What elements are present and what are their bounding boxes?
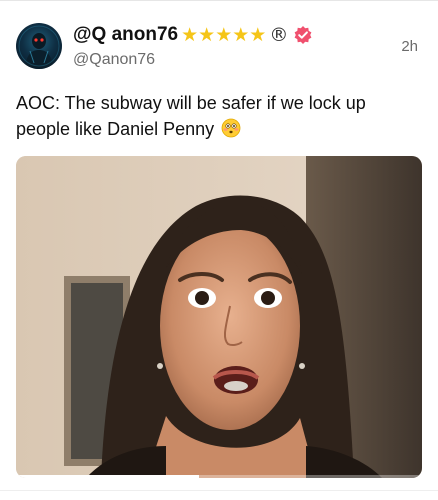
video-media[interactable] [16, 156, 422, 478]
video-frame [16, 156, 422, 478]
user-handle[interactable]: @Qanon76 [73, 51, 373, 69]
verified-badge-icon [293, 25, 313, 45]
name-row: @Q anon76 ★ ★ ★ ★ ★ ® [73, 23, 373, 47]
post-card[interactable]: @Q anon76 ★ ★ ★ ★ ★ ® @Qanon76 2h AOC: T… [0, 0, 438, 500]
post-text-content: AOC: The subway will be safer if we lock… [16, 93, 366, 139]
post-timestamp[interactable]: 2h [401, 38, 418, 55]
bottom-divider [0, 490, 438, 491]
rating-stars: ★ ★ ★ ★ ★ [181, 25, 266, 45]
star-icon: ★ [249, 24, 267, 46]
star-icon: ★ [198, 24, 216, 46]
avatar[interactable] [16, 23, 62, 69]
post-header: @Q anon76 ★ ★ ★ ★ ★ ® @Qanon76 [73, 23, 373, 69]
video-progress-track[interactable] [16, 475, 422, 478]
star-icon: ★ [232, 24, 250, 46]
video-progress-fill [16, 475, 199, 478]
display-name[interactable]: @Q anon76 [73, 24, 178, 46]
star-icon: ★ [181, 24, 199, 46]
flushed-face-emoji-icon [221, 118, 241, 145]
registered-trademark-icon: ® [269, 24, 289, 46]
star-icon: ★ [215, 24, 233, 46]
avatar-figure-icon [18, 25, 60, 69]
post-text: AOC: The subway will be safer if we lock… [16, 90, 416, 145]
